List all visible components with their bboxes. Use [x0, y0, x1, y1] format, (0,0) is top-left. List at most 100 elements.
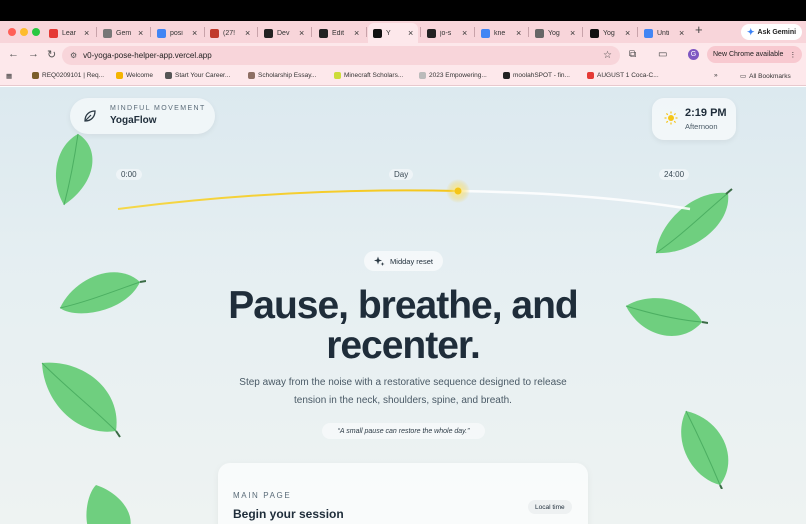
browser-toolbar: ← → ↻ ⚙ v0-yoga-pose-helper-app.vercel.a… [0, 43, 806, 68]
close-tab-icon[interactable]: × [570, 28, 575, 38]
close-tab-icon[interactable]: × [192, 28, 197, 38]
tab-title: Edit [332, 29, 345, 37]
timeline-start-label: 0:00 [116, 169, 142, 180]
site-settings-icon[interactable]: ⚙ [70, 51, 77, 60]
brand-badge[interactable]: MINDFUL MOVEMENT YogaFlow [70, 98, 215, 134]
back-arrow-icon[interactable]: ← [8, 48, 19, 60]
bookmark-item[interactable]: Scholarship Essay... [248, 72, 316, 79]
bookmark-star-icon[interactable]: ☆ [603, 50, 612, 61]
browser-tab[interactable]: Gem × [98, 23, 148, 43]
bookmark-item[interactable]: AUGUST 1 Coca-C... [587, 72, 659, 79]
close-tab-icon[interactable]: × [354, 28, 359, 38]
bookmark-favicon-icon [334, 72, 341, 79]
midday-badge-label: Midday reset [390, 256, 433, 266]
bookmark-favicon-icon [587, 72, 594, 79]
reload-icon[interactable]: ↻ [47, 48, 56, 61]
bookmark-favicon-icon [165, 72, 172, 79]
tab-separator [582, 27, 583, 37]
profile-avatar[interactable]: G [688, 49, 699, 60]
browser-tab[interactable]: kne × [476, 23, 526, 43]
ask-gemini-button[interactable]: ✦ Ask Gemini [741, 24, 803, 40]
close-tab-icon[interactable]: × [299, 28, 304, 38]
os-menu-bar [0, 0, 806, 21]
all-bookmarks-button[interactable]: ▭ All Bookmarks [740, 72, 791, 81]
browser-tab[interactable]: Edit × [314, 23, 364, 43]
tab-title: Unti [657, 29, 670, 37]
browser-tab[interactable]: Y × [368, 23, 419, 43]
bookmark-label: Start Your Career... [175, 72, 231, 79]
tab-separator [366, 27, 367, 37]
bookmark-label: Welcome [126, 72, 153, 79]
bookmark-item[interactable]: REQ0209101 | Req... [32, 72, 104, 79]
maximize-window-button[interactable] [32, 28, 40, 36]
tab-favicon-icon [590, 28, 599, 38]
tab-favicon-icon [481, 28, 490, 38]
forward-arrow-icon[interactable]: → [28, 48, 39, 60]
browser-tab[interactable]: Yog × [585, 23, 635, 43]
tab-strip: Lear × Gem × posi × (27! × Dev × Edit × Y × jo-s × kne × Y… [0, 21, 806, 43]
sparkle-icon: ✦ [747, 26, 755, 37]
tab-favicon-icon [157, 28, 166, 38]
tab-favicon-icon [210, 28, 219, 38]
tab-favicon-icon [644, 28, 653, 38]
bookmark-label: moolahSPOT - fin... [513, 72, 570, 79]
bookmark-item[interactable]: 2023 Empowering... [419, 72, 487, 79]
more-menu-icon[interactable]: ⋮ [789, 51, 796, 59]
quote-text: “A small pause can restore the whole day… [337, 427, 470, 435]
browser-tab[interactable]: Dev × [259, 23, 309, 43]
tab-favicon-icon [264, 28, 273, 38]
close-tab-icon[interactable]: × [679, 28, 684, 38]
time-widget: 2:19 PM Afternoon [652, 98, 736, 140]
card-eyebrow: MAIN PAGE [233, 491, 292, 500]
bookmarks-bar: ▦ REQ0209101 | Req... Welcome Start Your C… [0, 68, 806, 86]
browser-tab[interactable]: Yog × [530, 23, 580, 43]
close-tab-icon[interactable]: × [245, 28, 250, 38]
headline-line-1: Pause, breathe, and [228, 284, 578, 327]
bookmark-item[interactable]: Start Your Career... [165, 72, 230, 79]
bookmarks-overflow-icon[interactable]: » [714, 72, 718, 79]
local-time-badge: Local time [528, 500, 572, 514]
bookmark-favicon-icon [248, 72, 255, 79]
tab-separator [637, 27, 638, 37]
tab-title: Yog [548, 29, 560, 37]
brand-name: YogaFlow [110, 115, 157, 126]
cast-icon[interactable]: ▭ [658, 49, 667, 60]
browser-tab[interactable]: (27! × [205, 23, 255, 43]
subtitle-line-2: tension in the neck, shoulders, spine, a… [294, 395, 512, 406]
browser-tab[interactable]: jo-s × [422, 23, 472, 43]
close-tab-icon[interactable]: × [84, 28, 89, 38]
tab-title: jo-s [440, 29, 452, 37]
headline-line-2: recenter. [326, 324, 481, 367]
extensions-icon[interactable]: ⧉ [629, 49, 636, 60]
bookmark-favicon-icon [419, 72, 426, 79]
tab-title: Gem [116, 29, 132, 37]
new-tab-button[interactable]: + [695, 22, 703, 37]
subtitle-line-1: Step away from the noise with a restorat… [239, 377, 567, 388]
bookmark-favicon-icon [32, 72, 39, 79]
ask-gemini-label: Ask Gemini [757, 28, 797, 36]
bookmark-item[interactable]: Minecraft Scholars... [334, 72, 403, 79]
chrome-update-button[interactable]: New Chrome available ⋮ [707, 46, 803, 63]
browser-tab[interactable]: Lear × [44, 23, 94, 43]
tab-favicon-icon [373, 28, 382, 38]
tab-separator [474, 27, 475, 37]
bookmark-item[interactable]: Welcome [116, 72, 153, 79]
close-tab-icon[interactable]: × [408, 28, 413, 38]
close-window-button[interactable] [8, 28, 16, 36]
browser-tab[interactable]: posi × [152, 23, 202, 43]
midday-badge: Midday reset [364, 251, 443, 271]
tab-favicon-icon [103, 28, 112, 38]
minimize-window-button[interactable] [20, 28, 28, 36]
address-bar[interactable]: ⚙ v0-yoga-pose-helper-app.vercel.app ☆ [62, 46, 620, 65]
tab-separator [150, 27, 151, 37]
close-tab-icon[interactable]: × [516, 28, 521, 38]
close-tab-icon[interactable]: × [462, 28, 467, 38]
apps-grid-icon[interactable]: ▦ [6, 72, 12, 80]
browser-tab[interactable]: Unti × [639, 23, 689, 43]
close-tab-icon[interactable]: × [625, 28, 630, 38]
bookmark-item[interactable]: moolahSPOT - fin... [503, 72, 570, 79]
leaf-decoration [681, 410, 729, 489]
tab-title: Lear [62, 29, 77, 37]
url-text: v0-yoga-pose-helper-app.vercel.app [83, 51, 212, 60]
close-tab-icon[interactable]: × [138, 28, 143, 38]
